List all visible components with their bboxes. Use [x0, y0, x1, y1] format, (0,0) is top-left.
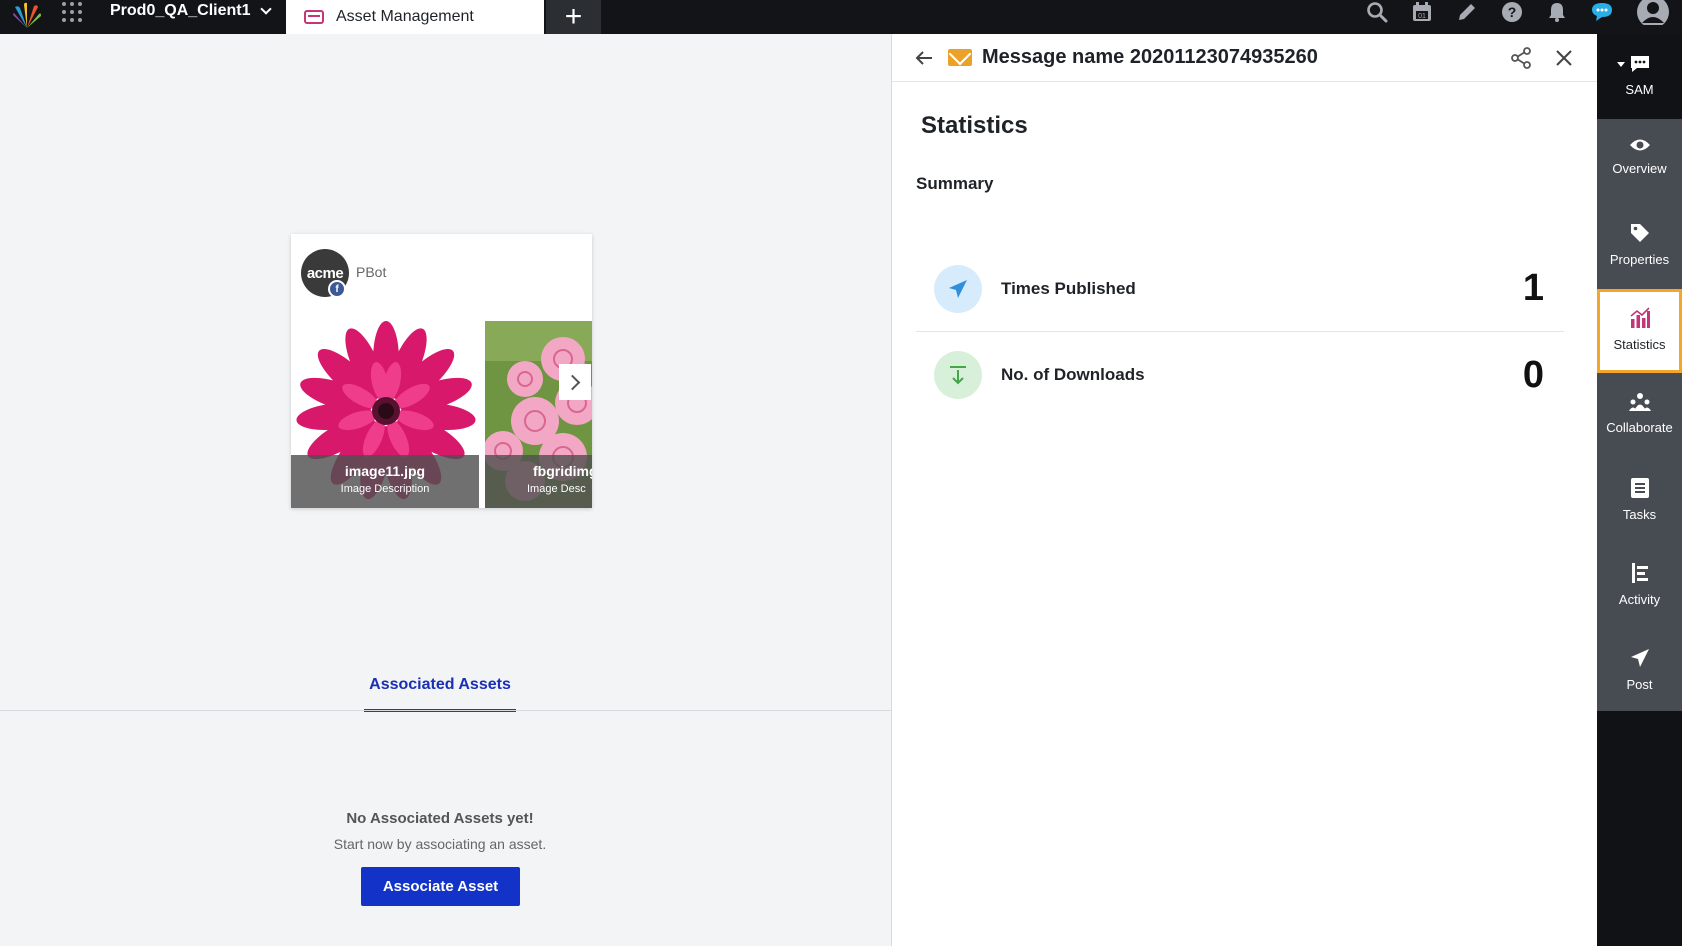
divider: [0, 710, 891, 711]
tag-icon: [1630, 224, 1649, 242]
carousel-next-button[interactable]: [559, 364, 591, 400]
media-caption: image11.jpg Image Description: [291, 455, 479, 508]
empty-state-subtitle: Start now by associating an asset.: [333, 836, 547, 852]
rail-item-statistics[interactable]: Statistics: [1597, 289, 1682, 373]
chat-bubble-icon: [1631, 56, 1649, 72]
task-list-icon: [1630, 478, 1649, 498]
rail-item-overview[interactable]: Overview: [1597, 119, 1682, 203]
top-bar: Prod0_QA_Client1 Asset Management + 01 ?: [0, 0, 1682, 34]
caret-down-icon: [1617, 62, 1625, 67]
post-preview-card[interactable]: acme f PBot image11.jpg Image Descriptio…: [291, 234, 592, 508]
media-title: image11.jpg: [344, 463, 426, 479]
bell-icon[interactable]: [1534, 0, 1579, 24]
rail-label: Collaborate: [1606, 420, 1673, 435]
back-arrow-icon[interactable]: [914, 48, 934, 68]
post-preview-area: acme f PBot image11.jpg Image Descriptio…: [0, 34, 892, 946]
help-icon[interactable]: ?: [1489, 0, 1534, 24]
tab-label: Asset Management: [336, 8, 474, 25]
details-panel: Message name 20201123074935260 Statistic…: [892, 34, 1597, 946]
rail-item-collaborate[interactable]: Collaborate: [1597, 374, 1682, 458]
rail-label: Activity: [1618, 592, 1661, 607]
top-actions: 01 ?: [1354, 0, 1682, 25]
stat-value: 1: [1522, 267, 1544, 309]
chevron-down-icon: [260, 3, 273, 15]
facebook-icon: f: [328, 280, 346, 298]
rail-label: Post: [1626, 677, 1653, 692]
pencil-icon[interactable]: [1444, 0, 1489, 24]
paper-plane-icon: [1630, 649, 1649, 667]
panel-header: Message name 20201123074935260: [892, 34, 1597, 82]
panel-title: Message name 20201123074935260: [982, 46, 1318, 68]
chevron-right-icon: [564, 374, 581, 390]
bar-chart-icon: [1629, 307, 1650, 328]
stat-row-downloads: No. of Downloads 0: [916, 332, 1564, 418]
team-icon: [1628, 393, 1651, 411]
svg-text:01: 01: [1418, 13, 1426, 20]
media-item[interactable]: fbgridimg Image Desc: [485, 321, 592, 508]
media-item[interactable]: image11.jpg Image Description: [291, 321, 479, 508]
associate-asset-button[interactable]: Associate Asset: [361, 867, 520, 906]
sprinklr-logo[interactable]: [12, 2, 42, 30]
tab-asset-management[interactable]: Asset Management: [286, 0, 544, 34]
empty-state-title: No Associated Assets yet!: [346, 810, 534, 827]
workspace-name: Prod0_QA_Client1: [110, 2, 251, 19]
eye-icon: [1629, 139, 1650, 151]
user-avatar-icon[interactable]: [1624, 0, 1682, 25]
add-tab-button[interactable]: +: [546, 0, 601, 34]
rail-label: Statistics: [1613, 337, 1666, 352]
rail-item-properties[interactable]: Properties: [1597, 204, 1682, 288]
stat-label: Times Published: [1001, 278, 1136, 298]
rail-menu: Overview Properties Statistics Collabora…: [1597, 119, 1682, 711]
rail-label: Tasks: [1622, 507, 1657, 522]
tab-associated-assets[interactable]: Associated Assets: [364, 672, 516, 712]
activity-timeline-icon: [1631, 563, 1648, 583]
close-icon[interactable]: [1554, 48, 1574, 68]
summary-heading: Summary: [916, 174, 994, 193]
media-title: fbgridimg: [533, 463, 592, 479]
section-title: Statistics: [921, 112, 1028, 139]
inbox-icon: [304, 10, 324, 24]
search-icon[interactable]: [1354, 0, 1399, 24]
stat-label: No. of Downloads: [1001, 365, 1145, 384]
paper-plane-icon: [934, 264, 982, 313]
stat-row-times-published: Times Published 1: [916, 246, 1564, 332]
rail-label: SAM: [1625, 82, 1654, 97]
rail-item-sam[interactable]: SAM: [1597, 34, 1682, 117]
post-author: PBot: [356, 264, 387, 280]
download-icon: [934, 351, 982, 399]
media-caption: fbgridimg Image Desc: [485, 455, 592, 508]
share-icon[interactable]: [1510, 47, 1532, 69]
rail-item-post[interactable]: Post: [1597, 629, 1682, 713]
calendar-icon[interactable]: 01: [1399, 0, 1444, 24]
rail-label: Overview: [1612, 161, 1667, 176]
rail-item-activity[interactable]: Activity: [1597, 544, 1682, 628]
chat-icon[interactable]: [1579, 0, 1624, 24]
svg-text:?: ?: [1507, 4, 1516, 20]
workspace-selector[interactable]: Prod0_QA_Client1: [110, 0, 273, 22]
right-rail: SAM Overview Properties Statistics Colla…: [1597, 34, 1682, 946]
rail-item-tasks[interactable]: Tasks: [1597, 459, 1682, 543]
stat-value: 0: [1522, 353, 1544, 396]
rail-label: Properties: [1609, 252, 1670, 267]
apps-grid-icon[interactable]: [60, 0, 84, 24]
mail-icon: [948, 49, 972, 66]
media-description: Image Description: [340, 483, 430, 495]
media-description: Image Desc: [527, 483, 586, 495]
